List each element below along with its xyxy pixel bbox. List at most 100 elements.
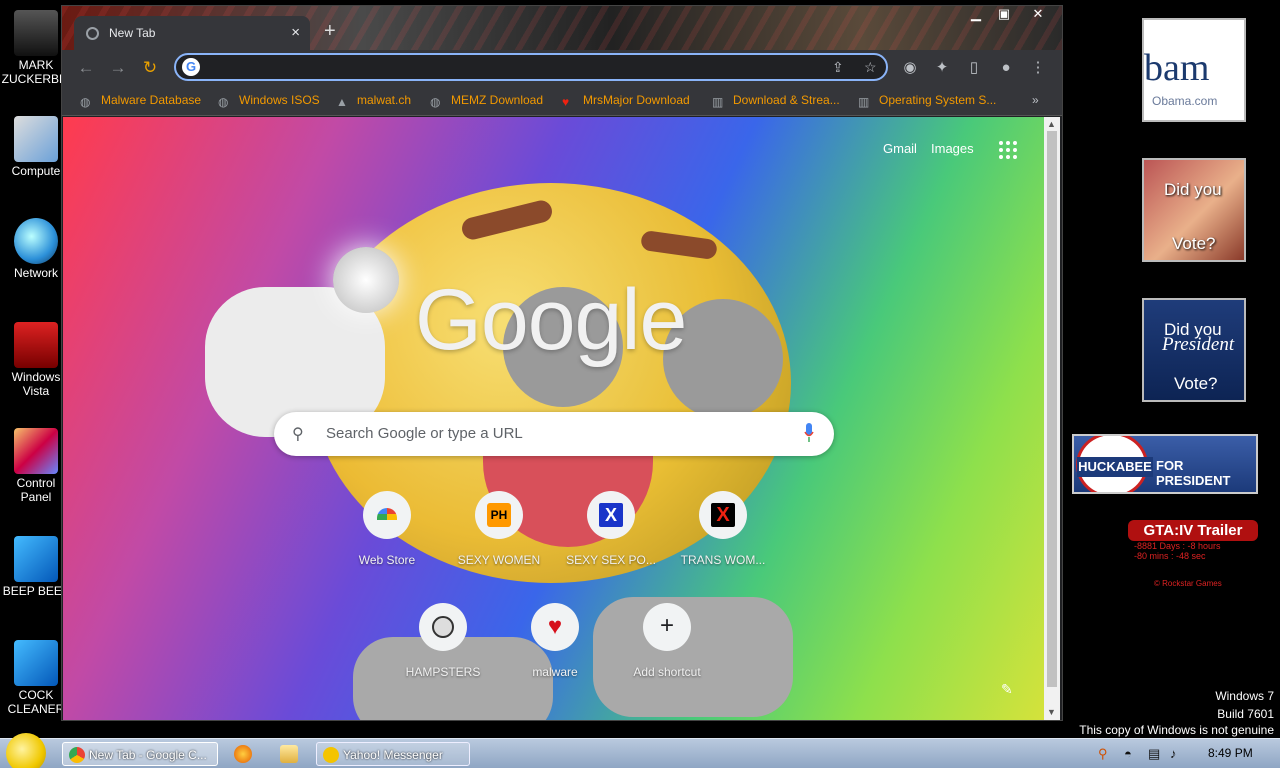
tray-network-icon[interactable]: ▤ [1148,746,1160,762]
globe-icon: ◍ [218,95,229,109]
google-apps-icon[interactable] [999,141,1017,159]
extensions-puzzle-icon[interactable]: ✦ [932,58,952,78]
extension-flag-icon[interactable]: ◉ [900,58,920,78]
bookmark-malware-database[interactable]: ◍ Malware Database [80,93,201,109]
bookmark-windows-isos[interactable]: ◍ Windows ISOS [218,93,320,109]
folder-icon[interactable] [280,745,298,763]
omnibox[interactable]: G ⇪ ☆ [174,53,888,81]
heart-icon: ♥ [547,613,563,640]
ntp-search-box[interactable]: ⚲ Search Google or type a URL [274,412,834,456]
watermark-build: Build 7601 [1217,707,1274,721]
app-icon [14,536,58,582]
taskbar-item-label: Yahoo! Messenger [343,748,443,762]
new-tab-page: Gmail Images Google ⚲ Search Google or t… [63,117,1045,720]
huckabee-for-president: FOR PRESIDENT [1156,458,1231,488]
shortcut-hampsters[interactable]: HAMPSTERS [387,603,499,679]
web-store-icon [377,508,397,520]
profile-icon[interactable]: ● [996,58,1016,78]
minimize-button[interactable]: ▁ [962,6,990,24]
maximize-button[interactable]: ▣ [990,6,1018,24]
computer-icon [14,116,58,162]
gta-title: GTA:IV Trailer [1128,520,1258,541]
gta-countdown-line1: -8881 Days : -8 hours [1134,541,1221,551]
bookmark-mrsmajor-download[interactable]: ♥ MrsMajor Download [562,93,690,109]
tab-close-icon[interactable]: × [291,24,300,41]
shortcut-icon-bg: + [643,603,691,651]
president-line3: Vote? [1174,374,1218,393]
search-icon: ⚲ [292,426,304,443]
mccain-line1: Did you [1164,180,1222,199]
shortcut-sexy-sex-po[interactable]: X SEXY SEX PO... [555,491,667,567]
address-input[interactable] [208,57,808,77]
scroll-down-icon[interactable]: ▼ [1047,707,1056,717]
tab-title: New Tab [109,26,156,40]
bookmark-star-icon[interactable]: ☆ [864,59,877,76]
shortcut-label: SEXY SEX PO... [566,553,656,567]
close-window-button[interactable]: ✕ [1024,6,1052,24]
background-character-microphone [333,247,399,313]
user-folder-icon [14,10,58,56]
scroll-up-icon[interactable]: ▲ [1047,119,1056,129]
taskbar: New Tab - Google C... Yahoo! Messenger ⚲… [0,733,1280,768]
scrollbar-thumb[interactable] [1047,131,1057,687]
reload-button[interactable]: ↻ [140,58,160,78]
taskbar-item-label: New Tab - Google C... [89,748,207,762]
gta-copyright: © Rockstar Games [1154,579,1222,588]
bookmark-malwatch[interactable]: ▲ malwat.ch [336,93,411,109]
tray-volume-icon[interactable]: ♪ [1170,746,1177,761]
shortcut-malware[interactable]: ♥ malware [499,603,611,679]
taskbar-clock[interactable]: 8:49 PM [1208,746,1253,760]
side-panel-icon[interactable]: ▯ [964,58,984,78]
page-scrollbar[interactable]: ▲ ▼ [1044,117,1060,720]
shortcut-label: TRANS WOM... [680,553,766,567]
shortcut-label: Web Store [358,553,416,567]
huckabee-badge-text: HUCKABEE [1077,457,1153,477]
menu-kebab-icon[interactable]: ⋮ [1028,58,1048,78]
customize-pencil-icon[interactable]: ✎ [1001,681,1013,698]
shortcut-sexy-women[interactable]: PH SEXY WOMEN [443,491,555,567]
control-panel-icon [14,428,58,474]
bookmark-download-stream[interactable]: ▥ Download & Strea... [712,93,840,109]
bookmark-label: Download & Strea... [733,93,840,107]
new-tab-button[interactable]: + [324,20,336,43]
tab-favicon-icon [86,27,99,40]
yahoo-messenger-icon [323,747,339,763]
huckabee-gadget[interactable]: HUCKABEE FOR PRESIDENT [1072,434,1258,494]
tray-messenger-icon[interactable]: ◓ [1124,746,1132,761]
bookmark-label: malwat.ch [357,93,412,107]
chrome-icon [69,747,85,763]
shortcut-label: HAMPSTERS [405,665,481,679]
ph-logo-icon: PH [487,503,511,527]
shortcut-web-store[interactable]: Web Store [331,491,443,567]
images-link[interactable]: Images [931,141,974,156]
bookmarks-overflow-button[interactable]: » [1032,93,1039,107]
gmail-link[interactable]: Gmail [883,141,917,156]
obama-gadget[interactable]: bam Obama.com [1142,18,1246,122]
back-button[interactable]: ← [76,58,96,78]
microphone-icon[interactable] [804,423,814,443]
globe-icon: ◍ [80,95,91,109]
tray-search-icon[interactable]: ⚲ [1098,746,1108,762]
share-icon[interactable]: ⇪ [832,59,844,76]
google-icon: G [182,58,200,76]
shortcut-label: SEXY WOMEN [457,553,541,567]
shortcut-icon-bg: X [587,491,635,539]
shortcut-add[interactable]: + Add shortcut [611,603,723,679]
firefox-icon[interactable] [234,745,252,763]
obama-url: Obama.com [1152,94,1218,108]
taskbar-item-chrome[interactable]: New Tab - Google C... [62,742,218,766]
start-button[interactable] [6,733,46,768]
forward-button[interactable]: → [108,58,128,78]
shortcut-icon-bg: X [699,491,747,539]
mccain-gadget[interactable]: Did you Vote? [1142,158,1246,262]
tab-new-tab[interactable]: New Tab × [74,16,310,50]
gta-countdown-gadget[interactable]: GTA:IV Trailer -8881 Days : -8 hours -80… [1128,520,1258,588]
bookmark-memz-download[interactable]: ◍ MEMZ Download [430,93,543,109]
bookmark-label: MrsMajor Download [583,93,690,107]
taskbar-item-yahoo-messenger[interactable]: Yahoo! Messenger [316,742,470,766]
president-gadget[interactable]: Did you President Vote? [1142,298,1246,402]
bookmark-operating-system[interactable]: ▥ Operating System S... [858,93,996,109]
archive-icon: ▥ [858,95,870,109]
shortcut-trans-wom[interactable]: X TRANS WOM... [667,491,779,567]
shortcut-icon-bg [419,603,467,651]
